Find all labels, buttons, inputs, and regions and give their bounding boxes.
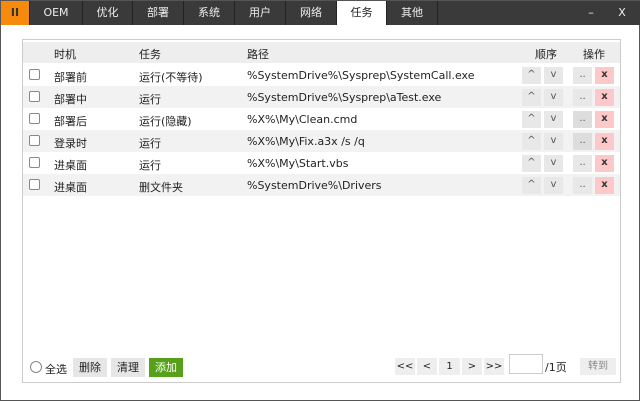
row-timing: 进桌面 — [54, 181, 87, 194]
header-path: 路径 — [247, 48, 269, 61]
table-row: 进桌面 删文件夹 %SystemDrive%\Drivers ^ v .. x — [23, 174, 620, 196]
move-down-button[interactable]: v — [544, 177, 563, 194]
row-checkbox[interactable] — [29, 135, 40, 146]
row-timing: 部署前 — [54, 71, 87, 84]
row-timing: 登录时 — [54, 137, 87, 150]
total-pages: /1页 — [545, 361, 567, 374]
move-down-button[interactable]: v — [544, 155, 563, 172]
row-task: 运行(隐藏) — [139, 115, 192, 128]
row-path: %SystemDrive%\Drivers — [247, 179, 382, 192]
first-page-button[interactable]: << — [395, 358, 415, 375]
move-up-button[interactable]: ^ — [522, 67, 541, 84]
table-row: 登录时 运行 %X%\My\Fix.a3x /s /q ^ v .. x — [23, 130, 620, 152]
page-input[interactable] — [509, 354, 543, 374]
table-row: 部署前 运行(不等待) %SystemDrive%\Sysprep\System… — [23, 64, 620, 86]
last-page-button[interactable]: >> — [484, 358, 504, 375]
table-row: 进桌面 运行 %X%\My\Start.vbs ^ v .. x — [23, 152, 620, 174]
row-path: %X%\My\Fix.a3x /s /q — [247, 135, 365, 148]
row-checkbox[interactable] — [29, 91, 40, 102]
delete-row-button[interactable]: x — [595, 111, 614, 128]
tab-network[interactable]: 网络 — [286, 1, 337, 25]
row-timing: 部署中 — [54, 93, 87, 106]
row-path: %SystemDrive%\Sysprep\SystemCall.exe — [247, 69, 475, 82]
delete-row-button[interactable]: x — [595, 155, 614, 172]
row-task: 运行 — [139, 159, 161, 172]
tab-logo[interactable]: II — [1, 1, 30, 25]
move-up-button[interactable]: ^ — [522, 111, 541, 128]
move-down-button[interactable]: v — [544, 67, 563, 84]
row-checkbox[interactable] — [29, 157, 40, 168]
minimize-button[interactable]: – — [576, 1, 606, 25]
table-header: 时机 任务 路径 顺序 操作 — [23, 42, 620, 63]
delete-row-button[interactable]: x — [595, 133, 614, 150]
move-up-button[interactable]: ^ — [522, 133, 541, 150]
task-table-panel: 时机 任务 路径 顺序 操作 部署前 运行(不等待) %SystemDrive%… — [22, 39, 621, 383]
table-row: 部署后 运行(隐藏) %X%\My\Clean.cmd ^ v .. x — [23, 108, 620, 130]
delete-row-button[interactable]: x — [595, 67, 614, 84]
add-button[interactable]: 添加 — [149, 358, 183, 377]
row-task: 运行(不等待) — [139, 71, 203, 84]
row-checkbox[interactable] — [29, 69, 40, 80]
row-path: %SystemDrive%\Sysprep\aTest.exe — [247, 91, 442, 104]
row-path: %X%\My\Start.vbs — [247, 157, 349, 170]
tab-bar: II OEM 优化 部署 系统 用户 网络 任务 其他 – X — [1, 1, 640, 25]
edit-button[interactable]: .. — [573, 155, 592, 172]
move-down-button[interactable]: v — [544, 111, 563, 128]
row-path: %X%\My\Clean.cmd — [247, 113, 358, 126]
row-task: 删文件夹 — [139, 181, 183, 194]
next-page-button[interactable]: > — [462, 358, 482, 375]
tab-user[interactable]: 用户 — [235, 1, 286, 25]
move-up-button[interactable]: ^ — [522, 89, 541, 106]
tab-optimize[interactable]: 优化 — [83, 1, 133, 25]
tab-oem[interactable]: OEM — [30, 1, 83, 25]
row-checkbox[interactable] — [29, 113, 40, 124]
header-task: 任务 — [139, 48, 161, 61]
header-order: 顺序 — [535, 48, 557, 61]
row-task: 运行 — [139, 93, 161, 106]
select-all-checkbox[interactable] — [30, 361, 42, 373]
edit-button[interactable]: .. — [573, 67, 592, 84]
row-checkbox[interactable] — [29, 179, 40, 190]
clear-button[interactable]: 清理 — [111, 358, 145, 377]
row-timing: 进桌面 — [54, 159, 87, 172]
move-up-button[interactable]: ^ — [522, 155, 541, 172]
edit-button[interactable]: .. — [573, 177, 592, 194]
tab-system[interactable]: 系统 — [184, 1, 235, 25]
header-actions: 操作 — [583, 48, 605, 61]
table-row: 部署中 运行 %SystemDrive%\Sysprep\aTest.exe ^… — [23, 86, 620, 108]
edit-button[interactable]: .. — [573, 111, 592, 128]
edit-button[interactable]: .. — [573, 133, 592, 150]
prev-page-button[interactable]: < — [417, 358, 437, 375]
jump-button[interactable]: 转到 — [580, 358, 616, 375]
move-down-button[interactable]: v — [544, 133, 563, 150]
tab-deploy[interactable]: 部署 — [133, 1, 184, 25]
move-up-button[interactable]: ^ — [522, 177, 541, 194]
row-timing: 部署后 — [54, 115, 87, 128]
current-page[interactable]: 1 — [439, 358, 460, 375]
tab-other[interactable]: 其他 — [387, 1, 438, 25]
delete-row-button[interactable]: x — [595, 89, 614, 106]
delete-button[interactable]: 删除 — [73, 358, 107, 377]
edit-button[interactable]: .. — [573, 89, 592, 106]
tab-tasks[interactable]: 任务 — [337, 1, 387, 25]
row-task: 运行 — [139, 137, 161, 150]
delete-row-button[interactable]: x — [595, 177, 614, 194]
close-button[interactable]: X — [607, 1, 637, 25]
select-all-label: 全选 — [45, 363, 67, 376]
header-timing: 时机 — [54, 48, 76, 61]
move-down-button[interactable]: v — [544, 89, 563, 106]
